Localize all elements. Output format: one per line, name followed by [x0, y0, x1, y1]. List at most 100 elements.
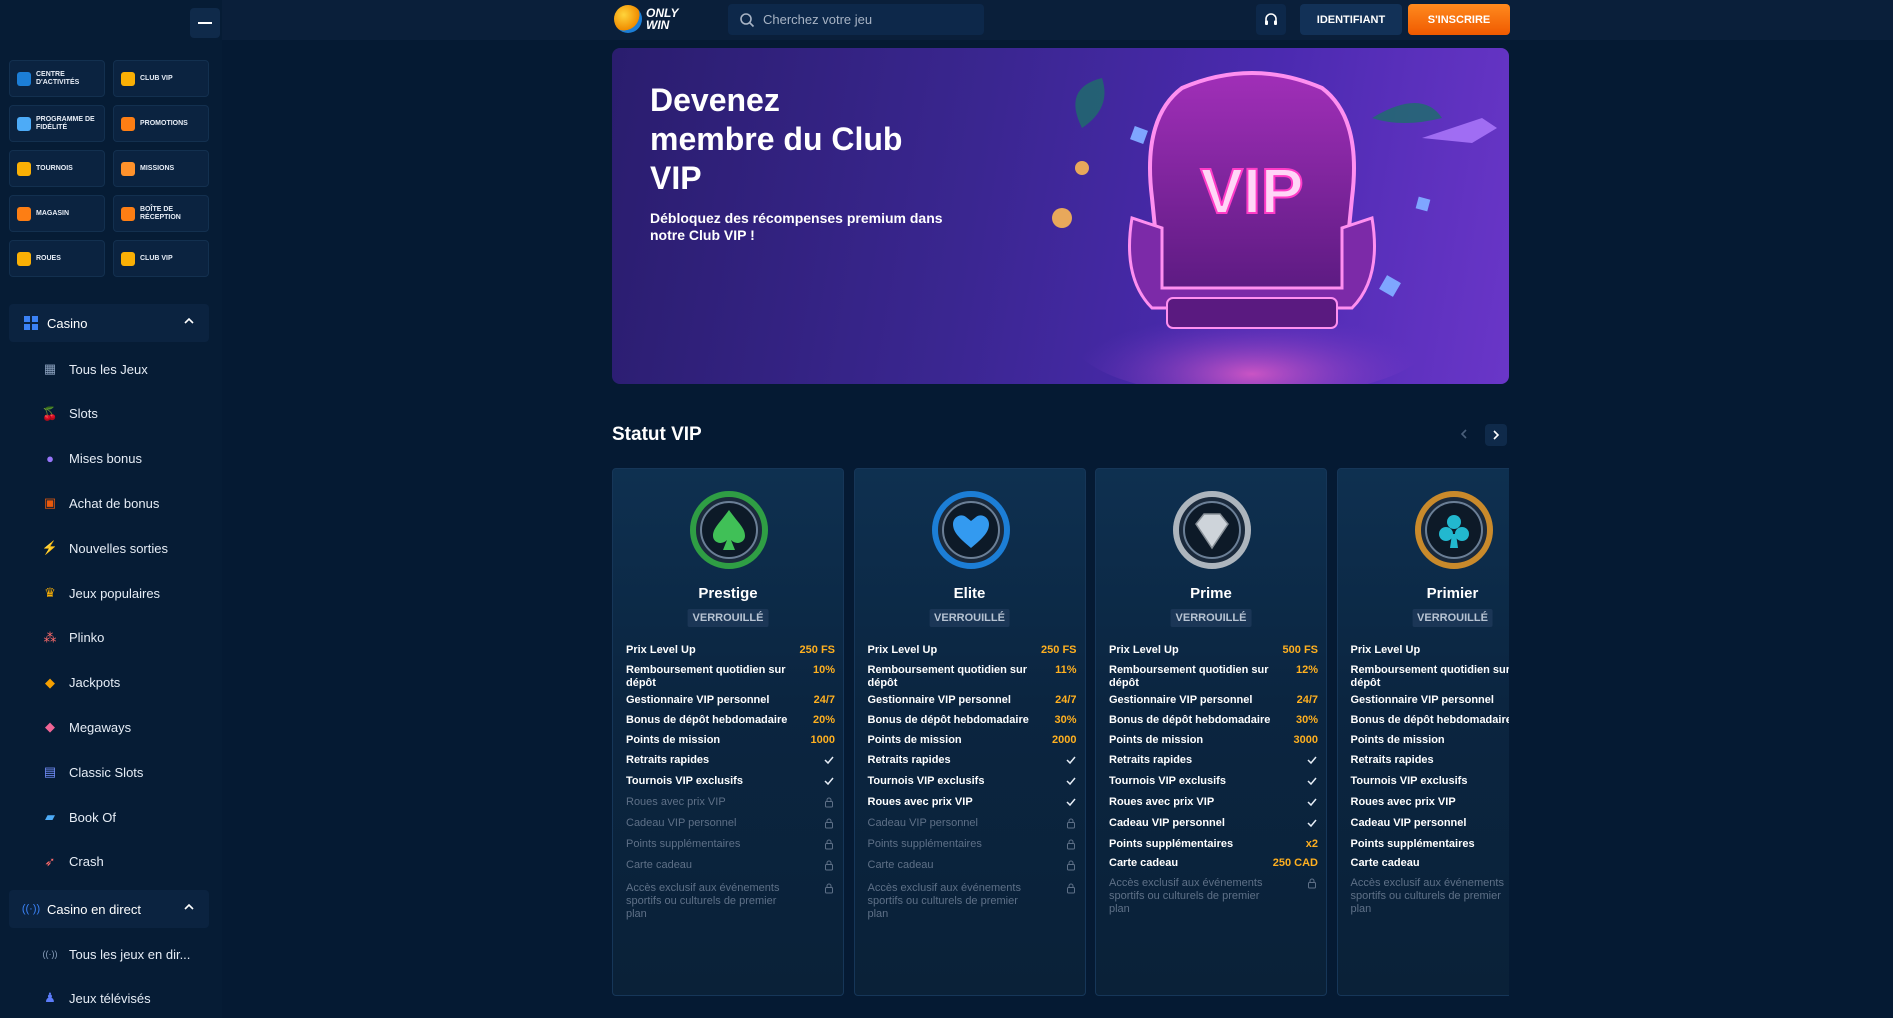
- sidebar-nav-item[interactable]: ◆ Megaways: [42, 717, 131, 737]
- tier-benefit-row: Cadeau VIP personnel: [868, 817, 1077, 830]
- club-badge-icon: [1414, 490, 1494, 570]
- carousel-prev-button[interactable]: [1454, 424, 1474, 444]
- casino-section-header[interactable]: Casino: [9, 304, 209, 342]
- checkmark-icon: [1307, 819, 1317, 828]
- tier-benefit-row: Points de mission 1000: [626, 734, 835, 747]
- benefit-value: 30%: [1295, 714, 1318, 726]
- sidebar-nav-item[interactable]: ▰ Book Of: [42, 807, 116, 827]
- quick-link-label: CLUB VIP: [140, 254, 173, 262]
- tier-benefit-row: Remboursement quotidien sur dépôt 10%: [626, 664, 835, 690]
- quick-link[interactable]: BOÎTE DE RÉCEPTION: [113, 195, 209, 232]
- sidebar-nav-label: Jeux populaires: [69, 585, 161, 601]
- vip-tier-card[interactable]: Prime VERROUILLÉ Prix Level Up 500 FS Rembou…: [1095, 468, 1327, 996]
- banner-subtitle: Débloquez des récompenses premium dans n…: [650, 210, 943, 243]
- benefit-value: 250 FS: [1041, 644, 1077, 656]
- shop-icon: [17, 206, 31, 221]
- carousel-next-button[interactable]: [1485, 424, 1507, 446]
- vip-tier-card[interactable]: Prestige VERROUILLÉ Prix Level Up 250 FS Rem…: [612, 468, 844, 996]
- quick-link[interactable]: CLUB VIP: [113, 240, 209, 277]
- checkmark-icon: [1307, 777, 1317, 786]
- banner-vip-text: VIP: [1200, 155, 1303, 227]
- quick-link[interactable]: MAGASIN: [9, 195, 105, 232]
- sidebar-nav-item[interactable]: ♟ Jeux télévisés: [42, 988, 151, 1008]
- lightning-icon: ⚡: [41, 540, 59, 556]
- quick-link[interactable]: PROGRAMME DE FIDÉLITÉ: [9, 105, 105, 142]
- quick-link[interactable]: TOURNOIS: [9, 150, 105, 187]
- quick-link-label: BOÎTE DE RÉCEPTION: [140, 205, 181, 221]
- activity-center-icon: [17, 71, 31, 86]
- quick-link[interactable]: CLUB VIP: [113, 60, 209, 97]
- benefit-value: 20%: [812, 714, 835, 726]
- login-button[interactable]: IDENTIFIANT: [1300, 4, 1402, 35]
- vip-club-banner[interactable]: Devenez membre du Club VIP Débloquez des…: [612, 48, 1509, 384]
- support-button[interactable]: [1256, 4, 1286, 35]
- sidebar-nav-item[interactable]: ((·)) Tous les jeux en dir...: [42, 944, 191, 964]
- sidebar-nav-label: Jeux télévisés: [69, 990, 151, 1006]
- sidebar-nav-item[interactable]: ⚡ Nouvelles sorties: [42, 538, 168, 558]
- sidebar-nav-item[interactable]: ⁂ Plinko: [42, 628, 105, 648]
- logo[interactable]: ONLY WIN: [614, 5, 678, 33]
- sidebar-nav-item[interactable]: ▣ Achat de bonus: [42, 493, 160, 513]
- tier-benefit-row: Points supplémentaires: [626, 838, 835, 851]
- benefit-label: Prix Level Up: [626, 644, 696, 656]
- benefit-label: Carte cadeau: [867, 859, 934, 871]
- benefit-label: Retraits rapides: [1350, 754, 1434, 766]
- benefit-label: Points supplémentaires: [1350, 838, 1475, 850]
- checkmark-icon: [824, 777, 834, 786]
- tier-benefit-row: Tournois VIP exclusifs: [868, 775, 1077, 788]
- heart-gem-badge-icon: [931, 490, 1011, 570]
- vip-tier-card[interactable]: Primier VERROUILLÉ Prix Level Up Remboursem…: [1336, 468, 1510, 996]
- jackpot-icon: ◆: [45, 674, 55, 690]
- quick-link-label: ROUES: [36, 254, 61, 262]
- benefit-label: Carte cadeau: [626, 859, 693, 871]
- tier-benefit-row: Bonus de dépôt hebdomadaire 30%: [868, 714, 1077, 727]
- sidebar-nav-item[interactable]: ➶ Crash: [42, 852, 104, 872]
- top-header: ONLY WIN IDENTIFIANT S'INSCRIRE: [222, 0, 1893, 40]
- sidebar-nav-item[interactable]: 🍒 Slots: [42, 404, 98, 424]
- quick-link[interactable]: CENTRE D'ACTIVITÉS: [9, 60, 105, 97]
- sidebar-nav-item[interactable]: ♛ Jeux populaires: [42, 583, 160, 603]
- tier-benefit-row: Bonus de dépôt hebdomadaire 20%: [626, 714, 835, 727]
- live-casino-section-header[interactable]: ((·)) Casino en direct: [9, 890, 209, 928]
- benefit-value: x2: [1305, 838, 1318, 850]
- benefit-label: Roues avec prix VIP: [1350, 796, 1456, 808]
- quick-link[interactable]: PROMOTIONS: [113, 105, 209, 142]
- tier-benefit-row: Roues avec prix VIP: [626, 796, 835, 809]
- tier-name: Primier: [1426, 585, 1479, 602]
- tier-status-badge: VERROUILLÉ: [1170, 609, 1252, 627]
- signup-button[interactable]: S'INSCRIRE: [1408, 4, 1510, 35]
- tier-benefit-row: Prix Level Up 500 FS: [1109, 644, 1318, 657]
- tier-benefit-row: Remboursement quotidien sur dépôt: [1351, 664, 1510, 690]
- tier-benefit-row: Bonus de dépôt hebdomadaire: [1351, 714, 1510, 727]
- lock-icon: [1066, 818, 1075, 829]
- benefit-value: 12%: [1295, 664, 1318, 676]
- quick-link[interactable]: ROUES: [9, 240, 105, 277]
- benefit-label: Accès exclusif aux événements sportifs o…: [626, 882, 780, 920]
- tier-benefit-row: Retraits rapides: [1351, 754, 1510, 767]
- tier-name: Prestige: [698, 585, 758, 602]
- banner-title: Devenez membre du Club VIP: [650, 82, 903, 196]
- sidebar-nav-item[interactable]: ▤ Classic Slots: [42, 762, 144, 782]
- search-bar[interactable]: [728, 4, 984, 35]
- tier-benefit-row: Tournois VIP exclusifs: [1351, 775, 1510, 788]
- spade-badge-icon: [689, 490, 769, 570]
- benefit-label: Cadeau VIP personnel: [867, 817, 979, 829]
- chevron-up-icon[interactable]: [184, 902, 194, 912]
- benefit-label: Carte cadeau: [1109, 857, 1179, 869]
- checkmark-icon: [1065, 798, 1076, 807]
- tier-benefit-row: Points de mission: [1351, 734, 1510, 747]
- search-input[interactable]: [763, 12, 963, 27]
- benefit-label: Cadeau VIP personnel: [1109, 817, 1225, 829]
- sidebar-nav-item[interactable]: ▦ Tous les Jeux: [42, 359, 148, 379]
- tier-benefit-row: Accès exclusif aux événements sportifs o…: [1109, 877, 1318, 916]
- sidebar-nav-label: Crash: [69, 854, 104, 870]
- sidebar-collapse-button[interactable]: [190, 8, 220, 38]
- vip-tier-card[interactable]: Elite VERROUILLÉ Prix Level Up 250 FS Rembou…: [853, 468, 1086, 996]
- tier-benefit-row: Prix Level Up: [1351, 644, 1510, 657]
- sidebar-nav-item[interactable]: ● Mises bonus: [42, 449, 142, 469]
- gift-icon: ▣: [43, 495, 57, 511]
- sidebar-nav-item[interactable]: ◆ Jackpots: [42, 673, 120, 693]
- quick-link[interactable]: MISSIONS: [113, 150, 209, 187]
- chevron-up-icon[interactable]: [184, 316, 194, 326]
- checkmark-icon: [1065, 777, 1076, 786]
